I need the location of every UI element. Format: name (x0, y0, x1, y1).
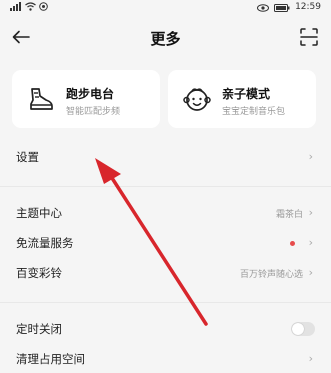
card-subtitle: 宝宝定制音乐包 (222, 107, 286, 117)
status-left (10, 2, 48, 11)
settings-row[interactable]: 设置 › (0, 143, 331, 171)
chevron-right-icon: › (308, 266, 313, 279)
notification-dot (290, 241, 295, 246)
child-face-icon (183, 88, 211, 111)
section-divider (0, 302, 331, 303)
chevron-right-icon: › (308, 206, 313, 219)
eye-icon (257, 3, 270, 12)
row-label: 设置 (16, 150, 39, 164)
wifi-icon (25, 2, 36, 11)
section-divider (0, 186, 331, 187)
status-time: 12:59 (295, 2, 321, 12)
sim-icon (39, 2, 48, 11)
sleep-timer-row[interactable]: 定时关闭 (0, 315, 331, 343)
ringtone-row[interactable]: 百变彩铃 百万铃声随心选 › (0, 259, 331, 287)
signal-icon (10, 2, 21, 11)
chevron-right-icon: › (308, 150, 313, 163)
toggle-knob (292, 323, 304, 335)
page-title: 更多 (150, 30, 181, 48)
running-shoe-icon (30, 88, 53, 110)
row-label: 清理占用空间 (16, 352, 85, 366)
scan-button[interactable] (297, 25, 321, 49)
header: 更多 (0, 20, 331, 56)
clean-storage-row[interactable]: 清理占用空间 › (0, 345, 331, 373)
scan-icon (300, 28, 318, 46)
card-title: 跑步电台 (66, 87, 115, 101)
sleep-timer-toggle[interactable] (291, 322, 315, 336)
running-radio-card[interactable]: 跑步电台 智能匹配步频 (12, 70, 160, 128)
row-value: 霜茶白 (275, 210, 303, 220)
card-title: 亲子模式 (222, 87, 271, 101)
battery-icon (274, 3, 290, 12)
row-label: 定时关闭 (16, 322, 62, 336)
row-label: 百变彩铃 (16, 266, 62, 280)
row-label: 主题中心 (16, 206, 62, 220)
theme-center-row[interactable]: 主题中心 霜茶白 › (0, 199, 331, 227)
status-bar: 12:59 (0, 0, 331, 16)
kids-mode-card[interactable]: 亲子模式 宝宝定制音乐包 (168, 70, 316, 128)
row-label: 免流量服务 (16, 236, 74, 250)
chevron-right-icon: › (308, 236, 313, 249)
chevron-right-icon: › (308, 352, 313, 365)
status-right: 12:59 (257, 2, 321, 13)
free-data-row[interactable]: 免流量服务 › (0, 229, 331, 257)
row-value: 百万铃声随心选 (239, 270, 303, 280)
card-subtitle: 智能匹配步频 (66, 107, 121, 117)
